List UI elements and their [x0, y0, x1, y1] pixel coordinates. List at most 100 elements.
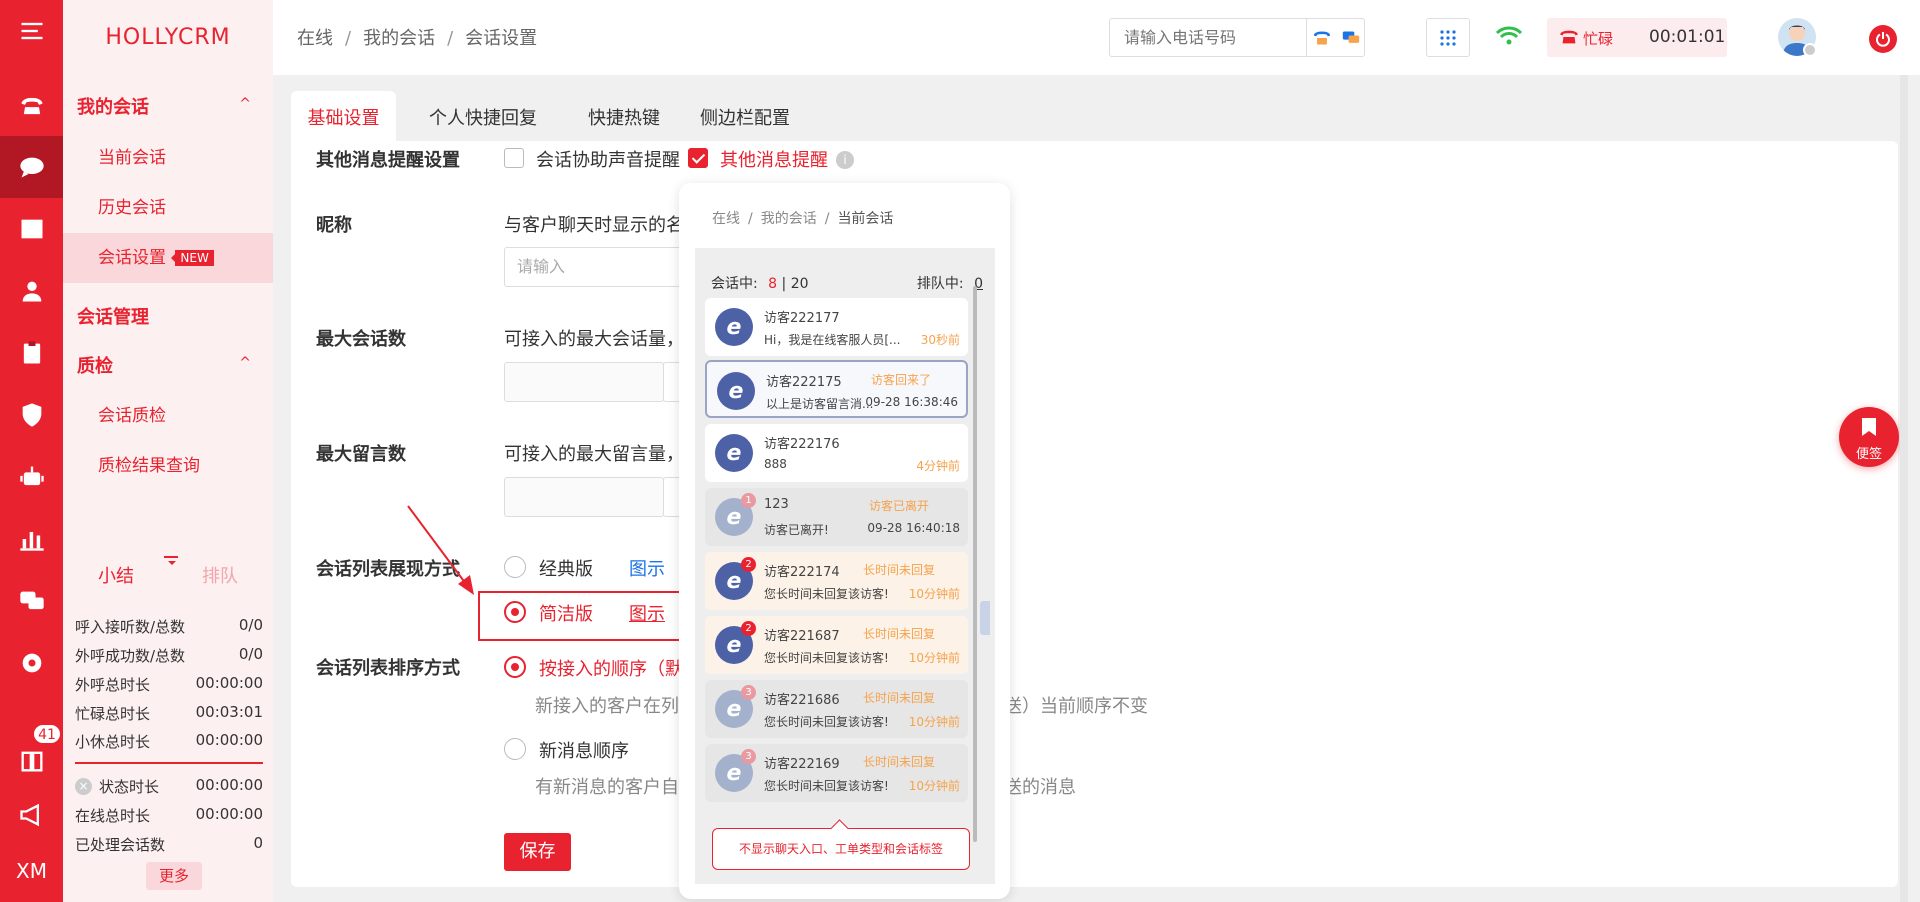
max-sessions-label: 最大会话数	[316, 329, 406, 350]
xm-label: XM	[16, 859, 47, 883]
tab-quick-reply[interactable]: 个人快捷回复	[413, 91, 553, 141]
tab-basic-settings[interactable]: 基础设置	[291, 91, 396, 141]
breadcrumb: 在线 / 我的会话 / 会话设置	[297, 28, 538, 49]
icon-rail: 41 XM	[0, 0, 63, 902]
breadcrumb-item[interactable]: 在线	[297, 28, 333, 49]
unread-badge: 2	[741, 621, 756, 636]
sidebar-item-label: 当前会话	[98, 148, 166, 168]
stat-row: 外呼总时长 00:00:00	[75, 674, 263, 694]
tab-hotkeys[interactable]: 快捷热键	[569, 91, 679, 141]
tab-queue[interactable]: 排队	[202, 562, 238, 588]
tab-summary[interactable]: 小结	[98, 562, 134, 588]
order-new-message-desc-tail: 送的消息	[1004, 777, 1076, 798]
clipboard-icon[interactable]	[0, 322, 63, 384]
assist-sound-checkbox[interactable]	[504, 148, 524, 168]
simple-radio[interactable]	[504, 601, 526, 623]
info-icon[interactable]: i	[836, 151, 854, 169]
sticky-note-label: 便签	[1855, 447, 1882, 462]
order-arrival-label: 按接入的顺序（默	[539, 659, 683, 680]
stat-row: 忙碌总时长 00:03:01	[75, 703, 263, 723]
reminder-label: 其他消息提醒设置	[316, 150, 460, 171]
sidebar-item-label: 质检结果查询	[98, 456, 200, 476]
scrollbar[interactable]	[973, 286, 977, 842]
more-button[interactable]: 更多	[146, 862, 202, 890]
sidebar-group-label: 我的会话	[77, 97, 149, 118]
session-card[interactable]: e 访客222175 访客回来了 以上是访客留言消... 09-28 16:38…	[705, 360, 968, 418]
preview-popup: 在线 / 我的会话 / 当前会话 会话中: 8 | 20 排队中: 0 e 访客2221…	[679, 183, 1010, 899]
menu-icon[interactable]	[0, 0, 63, 62]
preview-note: 不显示聊天入口、工单类型和会话标签	[712, 828, 970, 870]
messages-icon[interactable]	[0, 570, 63, 632]
telephone-icon	[1313, 30, 1330, 45]
grid-icon[interactable]	[0, 198, 63, 260]
close-circle-icon[interactable]: ×	[75, 778, 92, 795]
nickname-input[interactable]: 请输入	[504, 247, 684, 287]
call-button[interactable]	[1306, 19, 1336, 56]
sidebar-item-session-settings[interactable]: 会话设置 NEW	[63, 233, 273, 283]
save-button[interactable]: 保存	[504, 833, 571, 871]
status-label: 忙碌	[1583, 30, 1614, 48]
session-card[interactable]: e 2 访客222174 长时间未回复 您长时间未回复该访客! 10分钟前	[705, 552, 968, 610]
order-arrival-radio[interactable]	[504, 656, 526, 678]
gear-icon[interactable]	[0, 632, 63, 694]
simple-preview-link[interactable]: 图示	[629, 600, 665, 626]
in-session-count: 会话中: 8 | 20	[711, 276, 809, 292]
classic-preview-link[interactable]: 图示	[629, 555, 665, 581]
max-messages-hint: 可接入的最大留言量，	[504, 444, 684, 465]
session-card[interactable]: e 访客222176 888 4分钟前	[705, 424, 968, 482]
power-icon	[1876, 32, 1890, 47]
power-button[interactable]	[1869, 25, 1897, 53]
max-messages-input[interactable]	[504, 477, 664, 517]
chat-icon[interactable]	[0, 136, 63, 198]
other-reminder-checkbox[interactable]	[688, 148, 708, 168]
browser-icon: e	[717, 372, 755, 410]
order-arrival-desc: 新接入的客户在列表	[535, 696, 697, 717]
unread-badge: 2	[741, 557, 756, 572]
stat-row: 在线总时长 00:00:00	[75, 805, 263, 825]
user-icon[interactable]	[0, 260, 63, 322]
session-card[interactable]: e 访客222177 Hi，我是在线客服人员[... 30秒前	[705, 298, 968, 356]
sidebar-group-label: 质检	[77, 356, 113, 377]
browser-icon: e	[715, 434, 753, 472]
phone-input[interactable]	[1110, 19, 1306, 56]
drag-handle[interactable]	[164, 556, 178, 558]
sidebar-group-my-sessions[interactable]: 我的会话	[77, 93, 149, 119]
shield-icon[interactable]	[0, 384, 63, 446]
megaphone-icon[interactable]	[0, 784, 63, 846]
agent-status-box[interactable]: 忙碌 00:01:01	[1547, 18, 1727, 57]
sidebar-item-quality-results[interactable]: 质检结果查询	[63, 441, 273, 491]
order-new-message-radio[interactable]	[504, 738, 526, 760]
sidebar-group-session-management[interactable]: 会话管理	[77, 303, 149, 329]
chevron-up-icon[interactable]: ^	[239, 96, 251, 112]
sticky-note-button[interactable]: 便签	[1839, 407, 1899, 467]
session-card[interactable]: e 3 访客221686 长时间未回复 您长时间未回复该访客! 10分钟前	[705, 680, 968, 738]
tab-sidebar-config[interactable]: 侧边栏配置	[688, 91, 802, 141]
collapse-handle[interactable]	[980, 601, 990, 635]
max-sessions-input[interactable]	[504, 362, 664, 402]
app-logo: HOLLYCRM	[105, 25, 231, 50]
sidebar-item-current-session[interactable]: 当前会话	[63, 133, 273, 183]
offline-indicator	[1803, 43, 1817, 57]
apps-button[interactable]	[1426, 18, 1470, 57]
chevron-up-icon[interactable]: ^	[239, 355, 251, 371]
sidebar-item-label: 会话设置	[98, 248, 166, 268]
page-scrollbar[interactable]	[1900, 75, 1908, 902]
max-sessions-hint: 可接入的最大会话量，	[504, 329, 684, 350]
classic-radio[interactable]	[504, 556, 526, 578]
sidebar-group-label: 会话管理	[77, 307, 149, 328]
status-timer: 00:01:01	[1649, 27, 1726, 47]
session-card[interactable]: e 2 访客221687 长时间未回复 您长时间未回复该访客! 10分钟前	[705, 616, 968, 674]
robot-icon[interactable]	[0, 446, 63, 508]
sidebar-group-quality[interactable]: 质检	[77, 352, 113, 378]
sidebar-item-history-session[interactable]: 历史会话	[63, 183, 273, 233]
dots-grid-icon	[1440, 29, 1456, 46]
phone-icon[interactable]	[0, 75, 63, 137]
breadcrumb-item[interactable]: 我的会话	[363, 28, 435, 49]
session-card[interactable]: e 1 123 访客已离开 访客已离开! 09-28 16:40:18	[705, 488, 968, 546]
book-icon[interactable]: 41	[0, 724, 63, 792]
bar-chart-icon[interactable]	[0, 508, 63, 570]
message-button[interactable]	[1336, 19, 1366, 56]
nickname-hint: 与客户聊天时显示的名	[504, 215, 684, 236]
session-card[interactable]: e 3 访客222169 长时间未回复 您长时间未回复该访客! 10分钟前	[705, 744, 968, 802]
sidebar-item-session-quality[interactable]: 会话质检	[63, 391, 273, 441]
